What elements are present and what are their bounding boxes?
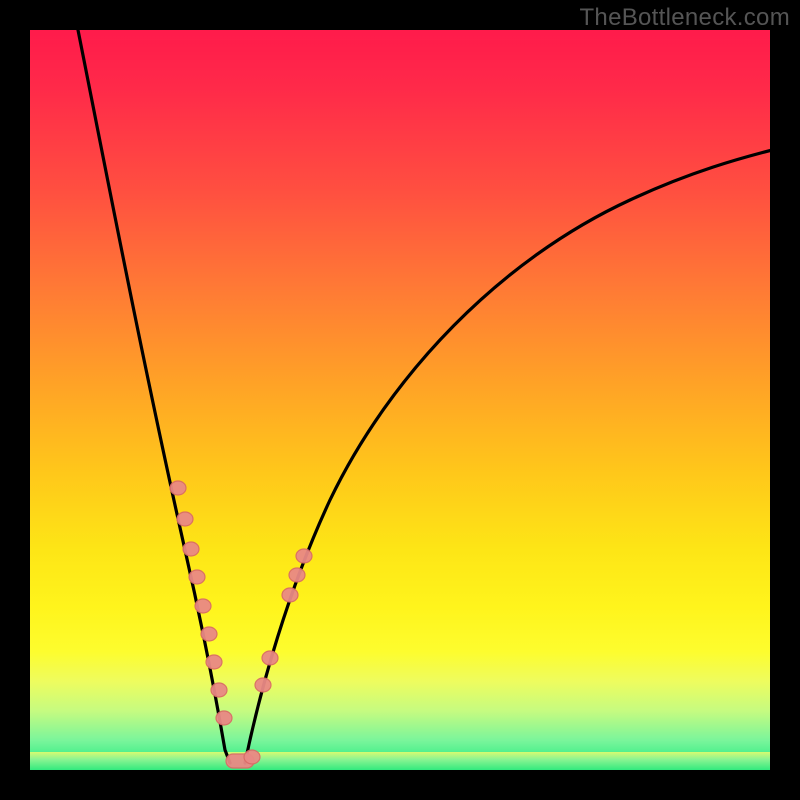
marker-right-4 [289,568,305,582]
marker-left-3 [183,542,199,556]
plot-area [30,30,770,770]
marker-right-1 [255,678,271,692]
marker-right-2 [262,651,278,665]
marker-left-6 [201,627,217,641]
curve-layer [30,30,770,770]
marker-right-3 [282,588,298,602]
marker-left-5 [195,599,211,613]
trough-end [244,750,260,764]
left-curve [76,30,230,763]
marker-left-4 [189,570,205,584]
markers-left [170,481,232,725]
attribution-text: TheBottleneck.com [579,4,790,32]
marker-right-5 [296,549,312,563]
marker-left-7 [206,655,222,669]
marker-left-9 [216,711,232,725]
chart-canvas: TheBottleneck.com [0,0,800,800]
marker-left-2 [177,512,193,526]
marker-left-1 [170,481,186,495]
right-curve [245,148,770,763]
marker-left-8 [211,683,227,697]
